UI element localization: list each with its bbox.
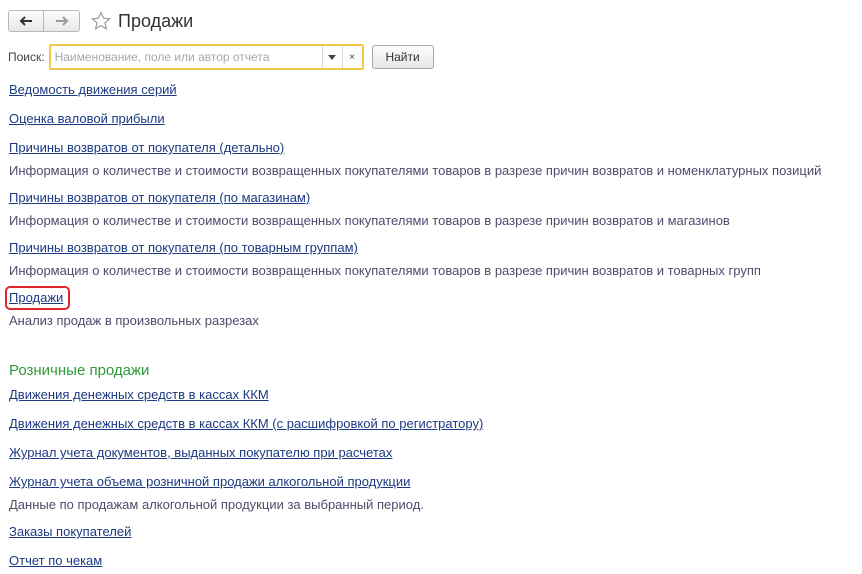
report-link[interactable]: Причины возвратов от покупателя (по това… xyxy=(9,240,358,255)
report-link[interactable]: Оценка валовой прибыли xyxy=(9,111,165,126)
report-link[interactable]: Отчет по чекам xyxy=(9,553,102,568)
report-link[interactable]: Причины возвратов от покупателя (по мага… xyxy=(9,190,310,205)
favorite-button[interactable] xyxy=(90,10,112,32)
report-link[interactable]: Причины возвратов от покупателя (детальн… xyxy=(9,140,284,155)
report-description: Информация о количестве и стоимости возв… xyxy=(9,263,761,278)
report-link[interactable]: Движения денежных средств в кассах ККМ xyxy=(9,387,269,402)
report-link[interactable]: Заказы покупателей xyxy=(9,524,131,539)
favorite-star-icon xyxy=(91,11,111,31)
report-description: Информация о количестве и стоимости возв… xyxy=(9,163,822,178)
report-description: Информация о количестве и стоимости возв… xyxy=(9,213,730,228)
dropdown-arrow-icon xyxy=(328,54,337,60)
section-title-retail: Розничные продажи xyxy=(9,362,150,379)
back-button[interactable] xyxy=(8,10,44,32)
forward-button[interactable] xyxy=(44,10,80,32)
report-link[interactable]: Движения денежных средств в кассах ККМ (… xyxy=(9,416,483,431)
back-arrow-icon xyxy=(19,16,32,26)
report-link[interactable]: Журнал учета документов, выданных покупа… xyxy=(9,445,392,460)
page-title: Продажи xyxy=(118,10,194,31)
report-description: Анализ продаж в произвольных разрезах xyxy=(9,313,259,328)
search-input[interactable] xyxy=(50,47,322,67)
top-bar: Продажи xyxy=(8,8,193,34)
report-link[interactable]: Журнал учета объема розничной продажи ал… xyxy=(9,474,410,489)
report-link[interactable]: Ведомость движения серий xyxy=(9,82,177,97)
search-label: Поиск: xyxy=(8,50,45,64)
report-link-sales[interactable]: Продажи xyxy=(9,290,63,305)
search-dropdown-button[interactable] xyxy=(321,46,342,68)
find-button[interactable]: Найти xyxy=(371,45,434,69)
forward-arrow-icon xyxy=(55,16,68,26)
search-box: × xyxy=(48,44,364,70)
search-row: Поиск: × Найти xyxy=(8,44,434,70)
search-clear-button[interactable]: × xyxy=(341,46,362,68)
clear-icon: × xyxy=(349,51,356,63)
report-description: Данные по продажам алкогольной продукции… xyxy=(9,497,424,512)
